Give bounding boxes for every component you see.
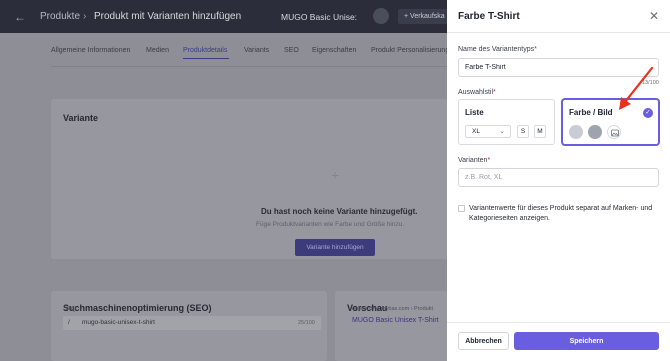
image-icon <box>607 125 621 139</box>
back-arrow-icon[interactable]: ← <box>14 10 26 24</box>
page-title: Produkt mit Varianten hinzufügen <box>94 11 242 22</box>
tab-seo[interactable]: SEO <box>284 47 299 54</box>
tab-variants[interactable]: Variants <box>244 47 269 54</box>
variant-type-panel: Farbe T-Shirt ✕ Name des Variantentyps* … <box>447 0 670 361</box>
slug-label: Slug <box>63 305 77 312</box>
product-name: MUGO Basic Unise: <box>281 12 358 22</box>
tabs-divider <box>51 66 451 67</box>
preview-link: MUGO Basic Unisex T-Shirt <box>352 317 439 324</box>
plus-icon: + <box>331 167 340 183</box>
size-chip-m: M <box>534 125 546 138</box>
show-variants-checkbox[interactable] <box>458 205 465 212</box>
preview-url: onboarding.mybas.com › Produkt <box>352 306 434 312</box>
cancel-button[interactable]: Abbrechen <box>458 332 509 350</box>
panel-title: Farbe T-Shirt <box>458 11 520 22</box>
option-color-image-title: Farbe / Bild <box>569 108 613 117</box>
breadcrumb-separator: › <box>83 11 87 22</box>
variant-type-label: Name des Variantentyps* <box>458 46 537 53</box>
empty-state-hint: Füge Produktvarianten wie Farbe und Größ… <box>256 221 405 228</box>
annotation-arrow-icon <box>619 66 654 110</box>
slug-value: mugo-basic-unisex-t-shirt <box>82 319 155 326</box>
option-list-title: Liste <box>465 108 484 117</box>
preview-card: Vorschau <box>335 291 451 361</box>
tab-product-details[interactable]: Produktdetails <box>183 47 227 54</box>
show-variants-checkbox-label: Variantenwerte für dieses Produkt separa… <box>469 205 653 222</box>
color-swatch-dark <box>588 125 602 139</box>
breadcrumb-products[interactable]: Produkte <box>40 11 80 22</box>
style-option-list[interactable]: Liste XL ⌄ S M <box>458 99 555 145</box>
tab-properties[interactable]: Eigenschaften <box>312 47 356 54</box>
slug-char-count: 25/100 <box>298 320 315 326</box>
size-chip-s: S <box>517 125 529 138</box>
size-select-preview: XL ⌄ <box>465 125 511 138</box>
tab-general[interactable]: Allgemeine Informationen <box>51 47 130 54</box>
tab-personalization[interactable]: Produkt Personalisierung <box>371 47 449 54</box>
variant-section-title: Variante <box>63 113 99 123</box>
variants-label: Varianten* <box>458 157 491 164</box>
avatar <box>373 8 389 24</box>
variants-input[interactable] <box>458 168 659 187</box>
save-button[interactable]: Speichern <box>514 332 659 350</box>
variant-card: Variante <box>51 99 451 259</box>
color-swatch-light <box>569 125 583 139</box>
active-tab-indicator <box>183 58 229 59</box>
chevron-down-icon: ⌄ <box>499 128 505 135</box>
panel-header-divider <box>447 32 670 33</box>
panel-footer-divider <box>447 322 670 323</box>
slug-prefix: / <box>68 319 70 326</box>
seo-section-title: Suchmaschinenoptimierung (SEO) <box>63 303 212 313</box>
close-icon[interactable]: ✕ <box>647 9 661 23</box>
display-style-label: Auswahlstil* <box>458 89 496 96</box>
add-variant-button[interactable]: Variante hinzufügen <box>295 239 375 256</box>
tab-media[interactable]: Medien <box>146 47 169 54</box>
